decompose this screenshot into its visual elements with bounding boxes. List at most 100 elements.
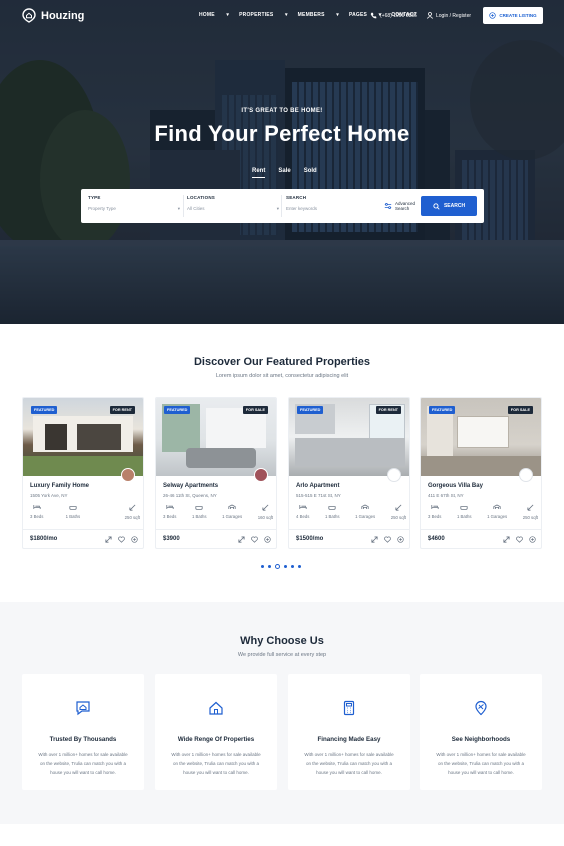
area-size: 250 sqft [522, 515, 538, 520]
expand-icon[interactable] [105, 536, 112, 543]
search-input[interactable]: Enter keywords [286, 206, 317, 211]
property-card[interactable]: FEATURED FOR RENT Arlo Apartment 515-515… [288, 397, 410, 549]
property-address: 515-515 E 71st St, NY [296, 493, 341, 498]
baths-count: 1 Baths [324, 514, 340, 519]
benefit-description: With over 1 million+ homes for sale avai… [304, 752, 394, 775]
bath-icon [195, 506, 203, 510]
status-badge: FOR RENT [375, 406, 401, 414]
compare-icon[interactable] [529, 536, 536, 543]
brand-logo[interactable]: Houzing [22, 8, 84, 23]
garages-count: 1 Garages [487, 514, 508, 519]
bed-icon [166, 505, 174, 509]
beds-count: 3 Beds [163, 514, 177, 519]
hero-background [0, 0, 564, 324]
benefit-description: With over 1 million+ homes for sale avai… [38, 752, 128, 775]
heart-icon[interactable] [516, 536, 523, 543]
card-footer: $3900 [156, 529, 276, 548]
card-footer: $4600 [421, 529, 541, 548]
chat-house-icon [76, 701, 90, 716]
property-card[interactable]: FEATURED FOR RENT Luxury Family Home 150… [22, 397, 144, 549]
featured-badge: FEATURED [297, 406, 324, 414]
property-card[interactable]: FEATURED FOR SALE Gorgeous Villa Bay 411… [420, 397, 542, 549]
hero-title: Find Your Perfect Home [154, 121, 410, 146]
expand-icon[interactable] [503, 536, 510, 543]
property-features: 3 Beds 1 Baths 250 sqft [30, 504, 140, 520]
agent-avatar[interactable] [519, 468, 533, 482]
bath-icon [460, 506, 468, 510]
ruler-icon [527, 504, 534, 511]
create-listing-button[interactable]: CREATE LISTING [483, 7, 543, 24]
expand-icon[interactable] [238, 536, 245, 543]
property-name[interactable]: Gorgeous Villa Bay [428, 483, 483, 489]
status-badge: FOR SALE [507, 406, 533, 414]
location-label: LOCATIONS [187, 195, 215, 200]
pagination-dot[interactable] [261, 565, 264, 568]
login-label: Login / Register [436, 12, 472, 19]
tab-rent[interactable]: Rent [252, 168, 266, 178]
search-button-label: SEARCH [443, 203, 466, 209]
expand-icon[interactable] [371, 536, 378, 543]
phone-link[interactable]: (+68) 1990 6886 [370, 12, 417, 19]
pagination-dot[interactable] [268, 565, 271, 568]
compare-icon[interactable] [397, 536, 404, 543]
pagination-dot[interactable] [291, 565, 294, 568]
calculator-icon [343, 700, 355, 716]
compare-icon[interactable] [131, 536, 138, 543]
benefit-title: Wide Renge Of Properties [177, 736, 255, 743]
chevron-down-icon: ▾ [177, 206, 180, 211]
login-link[interactable]: Login / Register [427, 12, 471, 19]
agent-avatar[interactable] [254, 468, 268, 482]
property-name[interactable]: Luxury Family Home [30, 483, 89, 489]
status-badge: FOR RENT [109, 406, 135, 414]
heart-icon[interactable] [118, 536, 125, 543]
benefit-description: With over 1 million+ homes for sale avai… [171, 752, 261, 775]
property-name[interactable]: Selway Apartments [163, 483, 218, 489]
tab-sale[interactable]: Sale [278, 168, 290, 178]
phone-icon [370, 12, 377, 19]
why-title: Why Choose Us [240, 635, 324, 647]
map-pin-icon [475, 700, 487, 716]
keyword-field[interactable]: SEARCH Enter keywords [286, 195, 378, 211]
type-label: TYPE [88, 195, 101, 200]
pagination-dot[interactable] [298, 565, 301, 568]
advanced-search-toggle[interactable]: Advanced Search [384, 201, 415, 211]
menu-item-properties[interactable]: PROPERTIES ▾ [239, 12, 288, 18]
property-address: 1505 York Ave, NY [30, 493, 68, 498]
menu-item-home[interactable]: HOME ▾ [199, 12, 229, 18]
divider [183, 195, 184, 217]
garages-count: 1 Garages [222, 514, 243, 519]
house-icon [209, 701, 223, 715]
compare-icon[interactable] [264, 536, 271, 543]
benefit-card: Wide Renge Of Properties With over 1 mil… [155, 674, 277, 790]
card-footer: $1500/mo [289, 529, 409, 548]
type-select-value: Property Type [88, 206, 116, 211]
heart-icon[interactable] [384, 536, 391, 543]
menu-item-members[interactable]: MEMBERS ▾ [298, 12, 339, 18]
property-name[interactable]: Arlo Apartment [296, 483, 339, 489]
location-field[interactable]: LOCATIONS All Cities ▾ [187, 195, 279, 212]
type-field[interactable]: TYPE Property Type ▾ [88, 195, 180, 212]
garages-count: 1 Garages [355, 514, 376, 519]
benefit-card: Financing Made Easy With over 1 million+… [288, 674, 410, 790]
pagination-dot[interactable] [284, 565, 287, 568]
agent-avatar[interactable] [387, 468, 401, 482]
featured-badge: FEATURED [164, 406, 191, 414]
agent-avatar[interactable] [121, 468, 135, 482]
brand-name: Houzing [41, 9, 85, 22]
bath-icon [69, 506, 77, 510]
benefit-card: Trusted By Thousands With over 1 million… [22, 674, 144, 790]
heart-icon[interactable] [251, 536, 258, 543]
carousel-pagination [261, 564, 301, 569]
property-card[interactable]: FEATURED FOR SALE Selway Apartments 26-4… [155, 397, 277, 549]
property-price: $1500/mo [296, 536, 324, 542]
pagination-dot-active[interactable] [275, 564, 280, 569]
garage-icon [493, 504, 501, 509]
tab-sold[interactable]: Sold [304, 168, 317, 178]
benefit-title: Financing Made Easy [317, 736, 381, 743]
search-button[interactable]: SEARCH [421, 196, 477, 216]
area-size: 250 sqft [390, 515, 406, 520]
featured-title: Discover Our Featured Properties [193, 356, 371, 368]
phone-number: (+68) 1990 6886 [380, 12, 417, 19]
baths-count: 1 Baths [456, 514, 472, 519]
property-features: 4 Beds 1 Baths 1 Garages 250 sqft [296, 504, 406, 520]
